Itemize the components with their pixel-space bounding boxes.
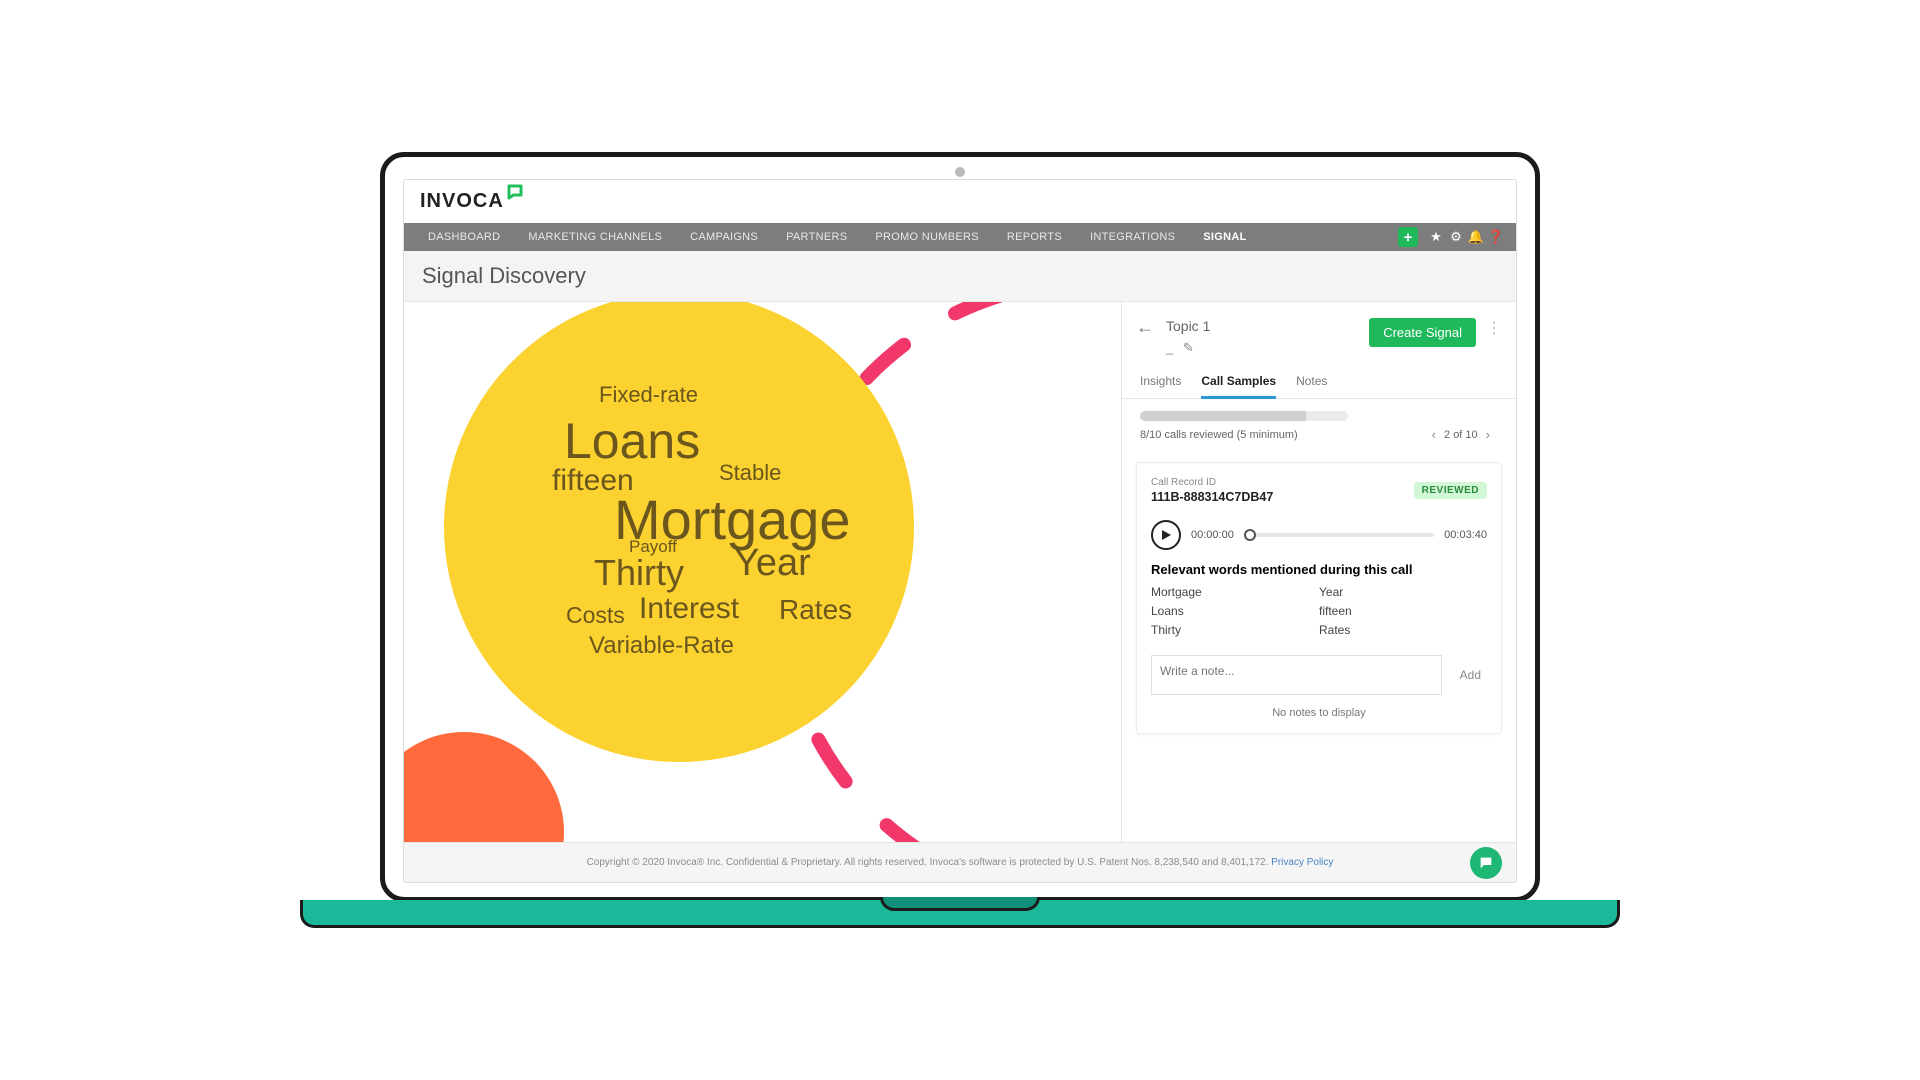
pager-next-icon[interactable]: › [1478, 427, 1498, 442]
footer-text: Copyright © 2020 Invoca® Inc. Confidenti… [587, 857, 1272, 868]
record-id-label: Call Record ID [1151, 477, 1273, 488]
tab-call-samples[interactable]: Call Samples [1201, 366, 1276, 399]
relevant-word: Rates [1319, 621, 1487, 640]
footer: Copyright © 2020 Invoca® Inc. Confidenti… [404, 842, 1516, 882]
add-note-button[interactable]: Add [1454, 668, 1487, 682]
nav-item-campaigns[interactable]: CAMPAIGNS [676, 223, 772, 251]
nav-item-marketing-channels[interactable]: MARKETING CHANNELS [514, 223, 676, 251]
privacy-policy-link[interactable]: Privacy Policy [1271, 857, 1333, 868]
back-arrow-icon[interactable]: ← [1136, 318, 1166, 336]
brand-bar: INVOCA [404, 180, 1516, 223]
side-panel: ← Topic 1 _ ✎ Create Signal ⋮ InsightsC [1121, 302, 1516, 842]
laptop-frame: INVOCA DASHBOARDMARKETING CHANNELSCAMPAI… [380, 152, 1540, 928]
camera-dot [955, 167, 965, 177]
star-icon[interactable]: ★ [1426, 229, 1446, 245]
relevant-word: Loans [1151, 602, 1319, 621]
pager-prev-icon[interactable]: ‹ [1424, 427, 1444, 442]
nav-item-reports[interactable]: REPORTS [993, 223, 1076, 251]
audio-scrubber[interactable] [1244, 533, 1434, 537]
secondary-circle[interactable] [404, 732, 564, 842]
relevant-words-title: Relevant words mentioned during this cal… [1151, 562, 1487, 577]
wordcloud-word[interactable]: Interest [639, 592, 739, 626]
topic-rename-field[interactable]: _ [1166, 340, 1173, 355]
relevant-words-col-2: YearfifteenRates [1319, 583, 1487, 641]
reviewed-badge: REVIEWED [1414, 482, 1487, 499]
laptop-base [300, 900, 1620, 928]
wordcloud-word[interactable]: Stable [719, 460, 781, 486]
page-title: Signal Discovery [404, 251, 1516, 302]
kebab-menu-icon[interactable]: ⋮ [1486, 318, 1502, 338]
wordcloud-word[interactable]: Variable-Rate [589, 632, 734, 660]
chat-logo-icon [506, 183, 524, 201]
time-elapsed: 00:00:00 [1191, 529, 1234, 541]
no-notes-text: No notes to display [1151, 707, 1487, 719]
topic-title: Topic 1 [1166, 318, 1210, 334]
nav-item-signal[interactable]: SIGNAL [1189, 223, 1260, 251]
review-progress-bar [1140, 411, 1348, 421]
wordcloud-word[interactable]: Rates [779, 594, 852, 626]
call-record-card: Call Record ID 111B-888314C7DB47 REVIEWE… [1136, 462, 1502, 734]
nav-item-integrations[interactable]: INTEGRATIONS [1076, 223, 1189, 251]
relevant-word: fifteen [1319, 602, 1487, 621]
app-window: INVOCA DASHBOARDMARKETING CHANNELSCAMPAI… [403, 179, 1517, 883]
tab-notes[interactable]: Notes [1296, 366, 1327, 398]
wordcloud-word[interactable]: Loans [564, 412, 700, 470]
note-input[interactable] [1151, 655, 1442, 695]
create-signal-button[interactable]: Create Signal [1369, 318, 1476, 347]
relevant-words-col-1: MortgageLoansThirty [1151, 583, 1319, 641]
wordcloud-panel: Fixed-rateLoansfifteenStableMortgagePayo… [404, 302, 1121, 842]
time-total: 00:03:40 [1444, 529, 1487, 541]
pencil-icon[interactable]: ✎ [1183, 340, 1194, 355]
wordcloud-word[interactable]: Thirty [594, 552, 684, 594]
gear-icon[interactable]: ⚙ [1446, 229, 1466, 245]
relevant-word: Mortgage [1151, 583, 1319, 602]
panel-tabs: Insights Call Samples Notes [1122, 366, 1516, 399]
help-icon[interactable]: ❓ [1486, 229, 1506, 245]
relevant-word: Year [1319, 583, 1487, 602]
pager-label: 2 of 10 [1444, 429, 1478, 441]
review-status-text: 8/10 calls reviewed (5 minimum) [1140, 429, 1298, 441]
brand-logo: INVOCA [420, 190, 504, 213]
wordcloud-word[interactable]: Year [734, 542, 811, 585]
nav-item-partners[interactable]: PARTNERS [772, 223, 861, 251]
nav-item-promo-numbers[interactable]: PROMO NUMBERS [861, 223, 993, 251]
relevant-word: Thirty [1151, 621, 1319, 640]
nav-item-dashboard[interactable]: DASHBOARD [414, 223, 514, 251]
tab-insights[interactable]: Insights [1140, 366, 1181, 398]
main-nav: DASHBOARDMARKETING CHANNELSCAMPAIGNSPART… [404, 223, 1516, 251]
bell-icon[interactable]: 🔔 [1466, 229, 1486, 245]
wordcloud-word[interactable]: Costs [566, 602, 625, 629]
chat-widget-icon[interactable] [1470, 847, 1502, 879]
nav-plus-button[interactable]: + [1398, 227, 1418, 247]
record-id-value: 111B-888314C7DB47 [1151, 490, 1273, 504]
play-button[interactable] [1151, 520, 1181, 550]
topic-circle[interactable]: Fixed-rateLoansfifteenStableMortgagePayo… [444, 302, 914, 762]
wordcloud-word[interactable]: Fixed-rate [599, 382, 698, 408]
